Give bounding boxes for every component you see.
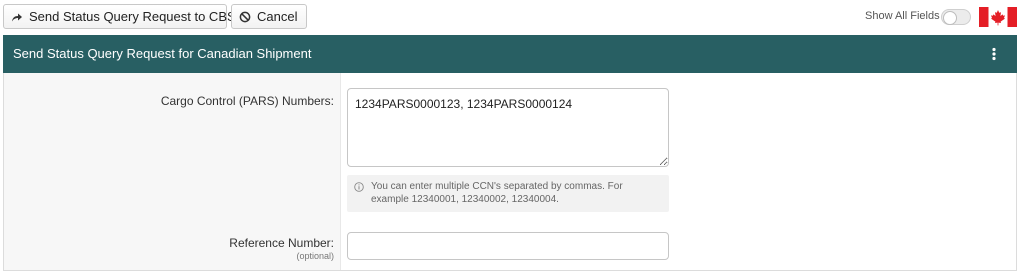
ccn-help-text: You can enter multiple CCN's separated b… [371,181,623,205]
cancel-label: Cancel [257,9,298,24]
ccn-help-box: You can enter multiple CCN's separated b… [347,175,669,212]
share-arrow-icon [11,11,23,23]
send-status-query-button[interactable]: Send Status Query Request to CBSA [3,4,244,29]
reference-number-label: Reference Number: [229,236,334,250]
toolbar: Send Status Query Request to CBSA Cancel… [0,0,1020,34]
ccn-label: Cargo Control (PARS) Numbers: [160,94,334,108]
panel-header: Send Status Query Request for Canadian S… [3,35,1017,73]
optional-label: (optional) [296,251,334,261]
ban-icon [239,11,251,23]
ccn-textarea[interactable]: 1234PARS0000123, 1234PARS0000124 [347,88,669,167]
show-all-fields-label: Show All Fields [865,10,940,22]
label-column: Cargo Control (PARS) Numbers: Reference … [4,73,341,270]
form-panel: Cargo Control (PARS) Numbers: Reference … [3,73,1017,271]
panel-title: Send Status Query Request for Canadian S… [13,46,312,61]
show-all-fields-toggle[interactable] [941,9,971,25]
info-icon [354,182,364,192]
send-status-query-label: Send Status Query Request to CBSA [29,9,245,24]
canada-flag-icon [979,7,1017,27]
kebab-menu-icon[interactable] [987,45,1001,63]
cancel-button[interactable]: Cancel [231,4,307,29]
toggle-knob [943,11,957,25]
reference-number-input[interactable] [347,232,669,260]
